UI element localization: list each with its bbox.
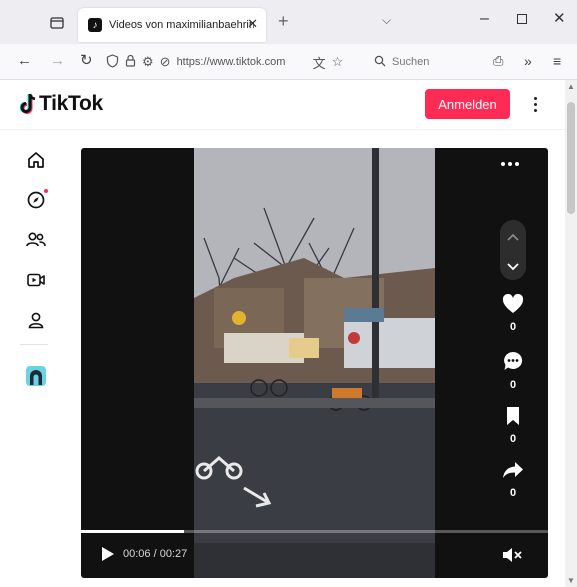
minimize-icon[interactable]: – bbox=[480, 10, 489, 28]
tab-strip: ♪ Videos von maximilianbaehring ✕ + ⌵ – … bbox=[0, 0, 577, 44]
logo-text: TikTok bbox=[39, 92, 103, 115]
browser-window: ♪ Videos von maximilianbaehring ✕ + ⌵ – … bbox=[0, 0, 577, 587]
profile-icon[interactable] bbox=[24, 308, 48, 332]
search-placeholder: Suchen bbox=[392, 56, 430, 68]
bookmark-star-icon[interactable]: ☆ bbox=[332, 54, 344, 70]
reload-icon[interactable]: ↻ bbox=[80, 52, 93, 70]
tab-list-icon[interactable] bbox=[46, 12, 68, 34]
shield-icon[interactable] bbox=[106, 53, 119, 71]
sidebar bbox=[0, 130, 70, 587]
home-icon[interactable] bbox=[24, 148, 48, 172]
following-icon[interactable] bbox=[24, 228, 48, 252]
active-tab[interactable]: ♪ Videos von maximilianbaehring ✕ bbox=[78, 8, 266, 42]
like-action[interactable]: 0 bbox=[500, 294, 526, 333]
search-field[interactable]: Suchen bbox=[368, 50, 476, 74]
next-video-icon[interactable] bbox=[507, 258, 519, 276]
url-text[interactable]: https://www.tiktok.com bbox=[177, 56, 307, 68]
tab-title: Videos von maximilianbaehring bbox=[109, 19, 254, 31]
play-icon[interactable] bbox=[101, 546, 115, 567]
time-display: 00:06 / 00:27 bbox=[123, 548, 188, 560]
scroll-thumb[interactable] bbox=[567, 102, 575, 214]
new-tab-icon[interactable]: + bbox=[278, 11, 289, 32]
back-icon[interactable]: ← bbox=[17, 52, 32, 70]
window-close-icon[interactable]: ✕ bbox=[553, 9, 566, 27]
save-action[interactable]: 0 bbox=[500, 406, 526, 445]
share-icon[interactable] bbox=[502, 460, 524, 480]
video-player[interactable]: 0 0 0 0 00:06 / 00:27 bbox=[81, 148, 548, 578]
permissions-icon[interactable]: ⚙ bbox=[142, 54, 154, 70]
like-count: 0 bbox=[509, 321, 517, 333]
heart-icon[interactable] bbox=[502, 294, 524, 314]
share-count: 0 bbox=[509, 487, 517, 499]
progress-fill bbox=[81, 530, 184, 533]
tiktok-note-icon bbox=[19, 93, 36, 115]
comment-count: 0 bbox=[509, 379, 517, 391]
lock-icon[interactable] bbox=[125, 54, 136, 70]
save-count: 0 bbox=[509, 433, 517, 445]
progress-bar[interactable] bbox=[81, 530, 548, 533]
navigation-bar: ← → ↻ ⚙ ⊘ https://www.tiktok.com 文 ☆ Suc… bbox=[0, 44, 577, 80]
scroll-up-icon[interactable]: ▲ bbox=[567, 82, 575, 91]
video-scene bbox=[194, 148, 435, 578]
tracking-protection-icon[interactable]: ⊘ bbox=[160, 54, 171, 70]
scroll-down-icon[interactable]: ▼ bbox=[567, 576, 575, 585]
tiktok-favicon-icon: ♪ bbox=[88, 18, 102, 32]
avatar-icon[interactable] bbox=[24, 364, 48, 388]
overflow-chevron-icon[interactable]: » bbox=[524, 52, 532, 70]
video-navigation bbox=[500, 220, 526, 280]
translate-icon[interactable]: 文 bbox=[313, 53, 326, 72]
video-more-icon[interactable] bbox=[501, 162, 519, 166]
forward-icon[interactable]: → bbox=[50, 52, 65, 70]
page-scrollbar[interactable]: ▲ ▼ bbox=[565, 80, 577, 587]
tab-close-icon[interactable]: ✕ bbox=[247, 16, 258, 32]
tiktok-page: TikTok Anmelden 0 0 0 0 00:06 / 00:27 bbox=[0, 80, 565, 587]
live-icon[interactable] bbox=[24, 268, 48, 292]
tiktok-header: TikTok Anmelden bbox=[0, 80, 565, 130]
share-action[interactable]: 0 bbox=[500, 460, 526, 499]
url-bar[interactable]: ⚙ ⊘ https://www.tiktok.com 文 ☆ bbox=[106, 49, 360, 75]
list-all-tabs-icon[interactable]: ⌵ bbox=[382, 13, 391, 28]
video-frame[interactable] bbox=[194, 148, 435, 578]
previous-video-icon[interactable] bbox=[507, 228, 519, 246]
tiktok-logo[interactable]: TikTok bbox=[19, 92, 103, 116]
bookmark-icon[interactable] bbox=[504, 406, 522, 426]
more-options-icon[interactable] bbox=[530, 92, 540, 116]
extensions-icon[interactable]: ⎙ bbox=[493, 52, 503, 70]
notification-dot bbox=[44, 189, 48, 193]
hamburger-menu-icon[interactable]: ≡ bbox=[553, 52, 561, 70]
maximize-icon[interactable] bbox=[517, 14, 527, 24]
sidebar-divider bbox=[20, 344, 48, 345]
muted-volume-icon[interactable] bbox=[502, 547, 522, 568]
login-button[interactable]: Anmelden bbox=[425, 89, 510, 119]
comment-icon[interactable] bbox=[502, 350, 524, 372]
explore-icon[interactable] bbox=[24, 188, 48, 212]
comment-action[interactable]: 0 bbox=[500, 350, 526, 391]
search-icon bbox=[374, 55, 386, 70]
